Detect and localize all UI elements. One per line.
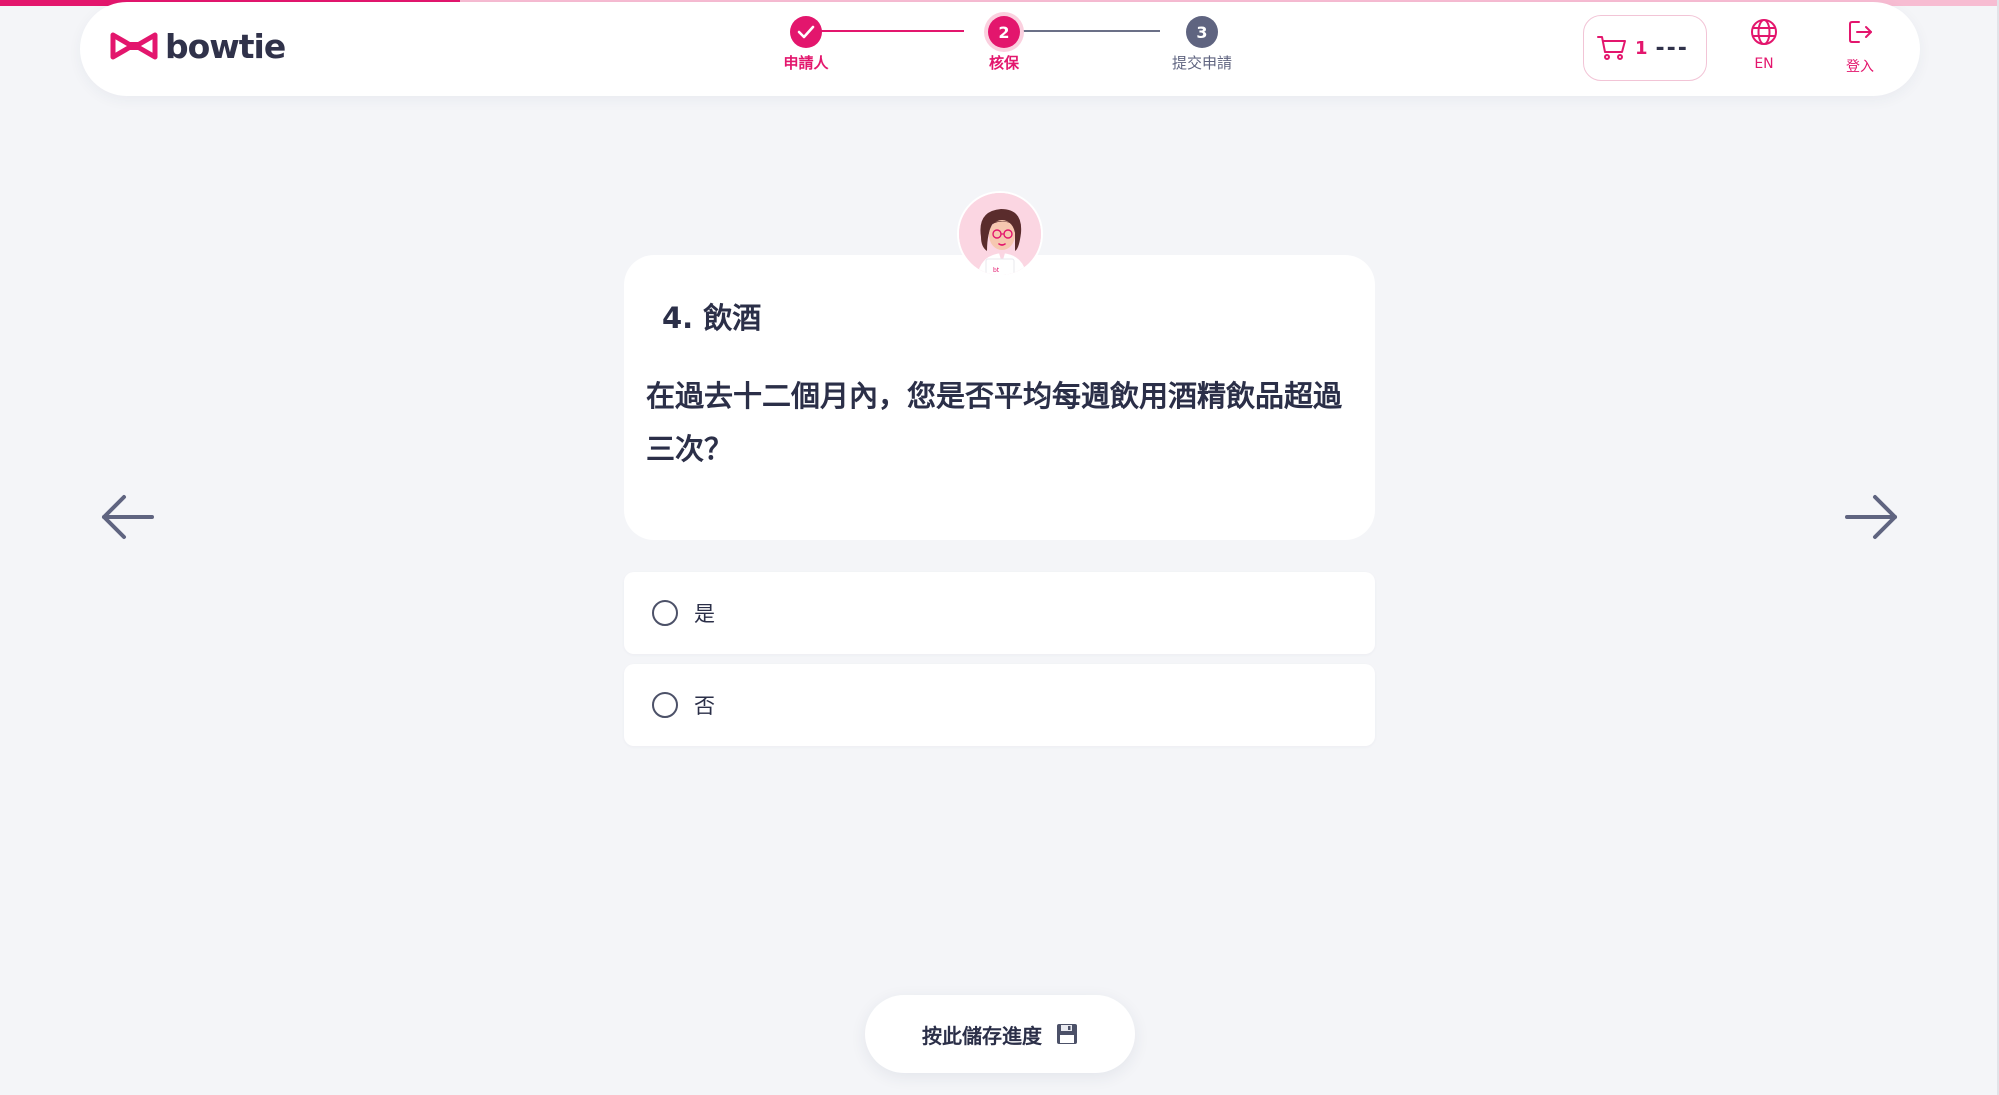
login-label: 登入 <box>1846 59 1874 75</box>
save-progress-label: 按此儲存進度 <box>922 1023 1042 1048</box>
step-label: 提交申請 <box>1171 54 1232 72</box>
logout-icon <box>1849 21 1872 43</box>
option-label: 否 <box>694 694 715 718</box>
language-label: EN <box>1754 56 1774 72</box>
question-card: 4. 飲酒 在過去十二個月內，您是否平均每週飲用酒精飲品超過三次？ <box>624 255 1375 540</box>
bowtie-logo-icon <box>110 32 158 60</box>
step-number: 3 <box>1186 16 1218 48</box>
step-number: 2 <box>988 16 1020 48</box>
step-label: 核保 <box>988 54 1019 72</box>
top-header: bowtie 申請人 2 核保 3 提交申請 1 --- EN 登入 <box>80 2 1920 96</box>
cart-amount: --- <box>1655 35 1689 61</box>
arrow-right-icon <box>1845 495 1897 539</box>
globe-icon <box>1751 19 1777 45</box>
step-applicant: 申請人 <box>756 16 856 73</box>
radio-circle-icon[interactable] <box>652 692 678 718</box>
radio-circle-icon[interactable] <box>652 600 678 626</box>
cart-button[interactable]: 1 --- <box>1583 15 1707 81</box>
cart-icon <box>1597 36 1626 60</box>
next-button[interactable] <box>1841 486 1903 548</box>
option-yes[interactable]: 是 <box>624 572 1375 654</box>
cart-count: 1 <box>1635 37 1648 59</box>
svg-text:bt: bt <box>993 267 1000 274</box>
previous-button[interactable] <box>96 486 158 548</box>
option-label: 是 <box>694 602 715 626</box>
question-title: 4. 飲酒 <box>662 301 762 335</box>
login-button[interactable]: 登入 <box>1830 18 1890 76</box>
step-underwriting: 2 核保 <box>954 16 1054 73</box>
step-label: 申請人 <box>783 54 829 72</box>
step-submit: 3 提交申請 <box>1152 16 1252 73</box>
question-text: 在過去十二個月內，您是否平均每週飲用酒精飲品超過三次？ <box>646 379 1343 466</box>
save-progress-button[interactable]: 按此儲存進度 <box>865 995 1135 1073</box>
arrow-left-icon <box>102 495 154 539</box>
check-icon <box>790 16 822 48</box>
advisor-avatar: bt <box>957 191 1043 277</box>
bowtie-logo[interactable]: bowtie <box>109 26 286 66</box>
language-button[interactable]: EN <box>1734 18 1794 72</box>
option-no[interactable]: 否 <box>624 664 1375 746</box>
floppy-disk-icon <box>1057 1024 1077 1044</box>
brand-name: bowtie <box>165 26 286 66</box>
